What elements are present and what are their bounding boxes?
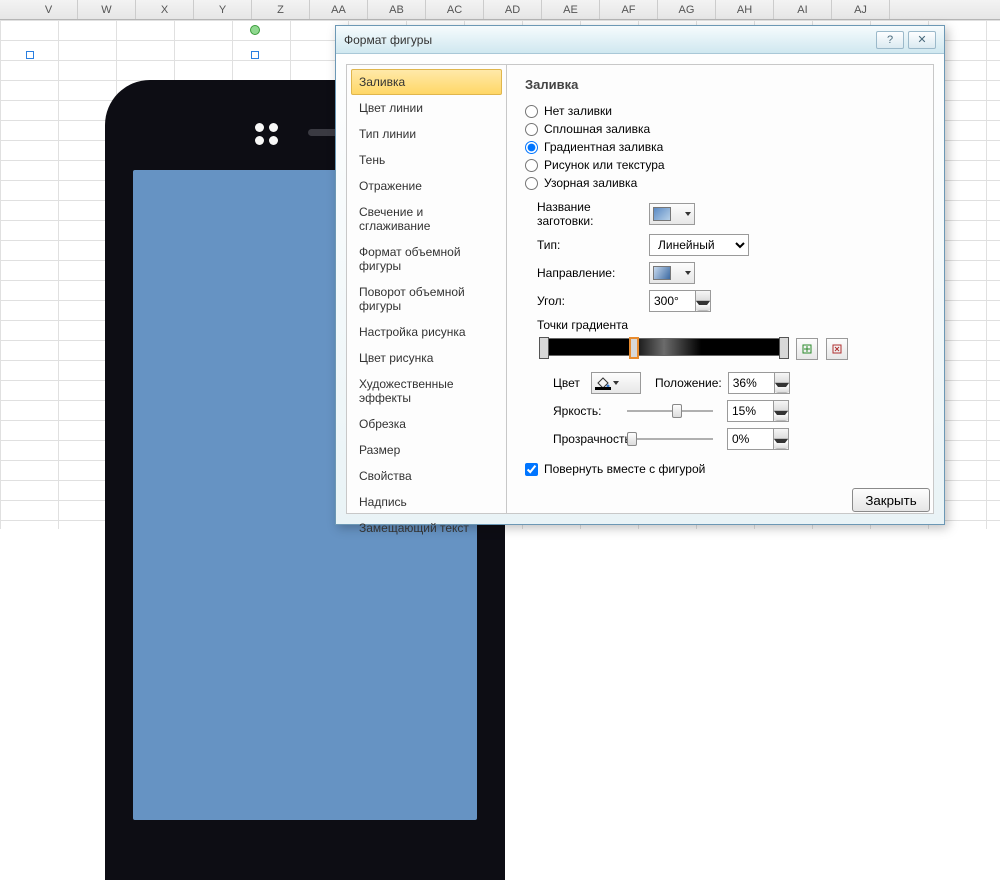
column-header-AG[interactable]: AG: [658, 0, 716, 19]
footer-close-button[interactable]: Закрыть: [852, 488, 930, 512]
category-item[interactable]: Размер: [351, 437, 502, 463]
column-header-AF[interactable]: AF: [600, 0, 658, 19]
preset-picker[interactable]: [649, 203, 695, 225]
category-item[interactable]: Замещающий текст: [351, 515, 502, 541]
type-select[interactable]: Линейный: [649, 234, 749, 256]
stops-label: Точки градиента: [525, 318, 915, 332]
column-header-AC[interactable]: AC: [426, 0, 484, 19]
category-list: ЗаливкаЦвет линииТип линииТеньОтражениеС…: [347, 65, 507, 513]
category-item[interactable]: Настройка рисунка: [351, 319, 502, 345]
gradient-stop-1[interactable]: [629, 337, 639, 359]
close-button[interactable]: ✕: [908, 31, 936, 49]
transparency-slider[interactable]: [627, 430, 713, 448]
column-header-V[interactable]: V: [20, 0, 78, 19]
chevron-down-icon: [613, 381, 619, 385]
radio-pattern-fill[interactable]: Узорная заливка: [525, 174, 915, 192]
position-spinner[interactable]: [728, 372, 790, 394]
dialog-titlebar[interactable]: Формат фигуры ? ✕: [336, 26, 944, 54]
radio-gradient-fill[interactable]: Градиентная заливка: [525, 138, 915, 156]
fill-pane: Заливка Нет заливки Сплошная заливка Гра…: [507, 65, 933, 513]
category-item[interactable]: Тип линии: [351, 121, 502, 147]
spin-up-icon[interactable]: [696, 291, 710, 301]
column-header-AE[interactable]: AE: [542, 0, 600, 19]
rotate-label: Повернуть вместе с фигурой: [544, 462, 705, 476]
radio-picture-fill[interactable]: Рисунок или текстура: [525, 156, 915, 174]
resize-handle-n[interactable]: [251, 51, 259, 59]
category-item[interactable]: Художественные эффекты: [351, 371, 502, 411]
transparency-label: Прозрачность:: [525, 432, 621, 446]
radio-solid-fill[interactable]: Сплошная заливка: [525, 120, 915, 138]
help-icon: ?: [887, 26, 893, 54]
add-stop-button[interactable]: [796, 338, 818, 360]
close-icon: ✕: [917, 26, 926, 54]
transparency-input[interactable]: [727, 428, 773, 450]
category-item[interactable]: Обрезка: [351, 411, 502, 437]
gradient-stop-2[interactable]: [779, 337, 789, 359]
category-item[interactable]: Формат объемной фигуры: [351, 239, 502, 279]
radio-no-fill[interactable]: Нет заливки: [525, 102, 915, 120]
dialog-title: Формат фигуры: [344, 26, 872, 54]
gradient-stop-0[interactable]: [539, 337, 549, 359]
color-picker[interactable]: [591, 372, 641, 394]
gradient-slider[interactable]: [539, 338, 789, 356]
position-input[interactable]: [728, 372, 774, 394]
direction-swatch-icon: [653, 266, 671, 280]
category-item[interactable]: Тень: [351, 147, 502, 173]
preset-label: Название заготовки:: [525, 200, 643, 228]
color-label: Цвет: [525, 376, 585, 390]
column-header-AH[interactable]: AH: [716, 0, 774, 19]
fill-heading: Заливка: [525, 77, 915, 92]
column-header-AI[interactable]: AI: [774, 0, 832, 19]
chevron-down-icon: [685, 271, 691, 275]
angle-input[interactable]: [649, 290, 695, 312]
column-header-AB[interactable]: AB: [368, 0, 426, 19]
column-header-AD[interactable]: AD: [484, 0, 542, 19]
column-header-AJ[interactable]: AJ: [832, 0, 890, 19]
paint-bucket-icon: [595, 376, 611, 390]
column-headers: VWXYZAAABACADAEAFAGAHAIAJ: [0, 0, 1000, 20]
rotate-checkbox[interactable]: [525, 463, 538, 476]
category-item[interactable]: Отражение: [351, 173, 502, 199]
brightness-label: Яркость:: [525, 404, 621, 418]
category-item[interactable]: Свечение и сглаживание: [351, 199, 502, 239]
category-item[interactable]: Свойства: [351, 463, 502, 489]
type-label: Тип:: [525, 238, 643, 252]
column-header-Z[interactable]: Z: [252, 0, 310, 19]
chevron-down-icon: [685, 212, 691, 216]
position-label: Положение:: [647, 376, 722, 390]
category-item[interactable]: Цвет линии: [351, 95, 502, 121]
category-item[interactable]: Заливка: [351, 69, 502, 95]
phone-camera-icon: [255, 123, 279, 145]
angle-spinner[interactable]: [649, 290, 711, 312]
column-header-W[interactable]: W: [78, 0, 136, 19]
remove-stop-button[interactable]: [826, 338, 848, 360]
category-item[interactable]: Поворот объемной фигуры: [351, 279, 502, 319]
column-header-AA[interactable]: AA: [310, 0, 368, 19]
category-item[interactable]: Надпись: [351, 489, 502, 515]
direction-label: Направление:: [525, 266, 643, 280]
resize-handle-nw[interactable]: [26, 51, 34, 59]
help-button[interactable]: ?: [876, 31, 904, 49]
column-header-X[interactable]: X: [136, 0, 194, 19]
category-item[interactable]: Цвет рисунка: [351, 345, 502, 371]
rotate-with-shape-row[interactable]: Повернуть вместе с фигурой: [525, 462, 915, 476]
angle-label: Угол:: [525, 294, 643, 308]
brightness-spinner[interactable]: [727, 400, 789, 422]
preset-swatch-icon: [653, 207, 671, 221]
direction-picker[interactable]: [649, 262, 695, 284]
spin-down-icon[interactable]: [696, 301, 710, 311]
format-shape-dialog: Формат фигуры ? ✕ ЗаливкаЦвет линииТип л…: [335, 25, 945, 525]
brightness-slider[interactable]: [627, 402, 713, 420]
brightness-input[interactable]: [727, 400, 773, 422]
column-header-Y[interactable]: Y: [194, 0, 252, 19]
rotate-handle[interactable]: [250, 25, 260, 35]
transparency-spinner[interactable]: [727, 428, 789, 450]
